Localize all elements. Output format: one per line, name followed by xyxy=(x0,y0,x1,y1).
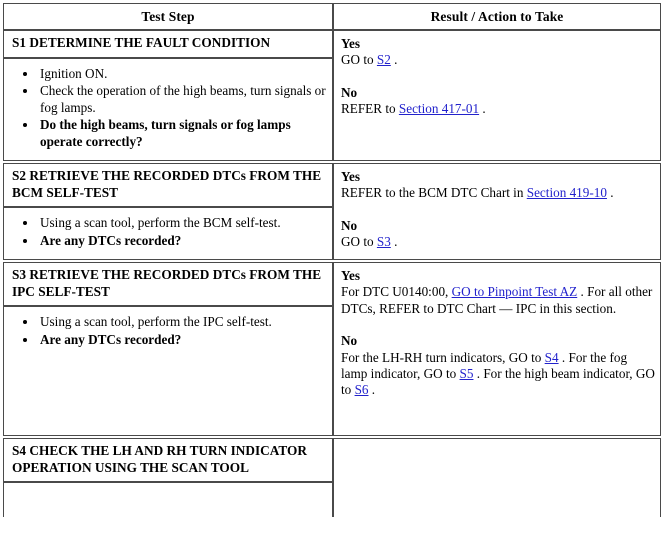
step-s3-title-row: S3 RETRIEVE THE RECORDED DTCs FROM THE I… xyxy=(3,262,661,436)
result-cell-s3: Yes For DTC U0140:00, GO to Pinpoint Tes… xyxy=(333,262,661,436)
step-body-s4 xyxy=(3,482,333,517)
result-no-seg-1-s3: For the LH-RH turn indicators, GO to xyxy=(341,349,545,365)
step-body-s3: Using a scan tool, perform the IPC self-… xyxy=(3,306,333,436)
pinpoint-test-sheet: Test Step Result / Action to Take S1 DET… xyxy=(0,3,665,549)
result-yes-block-s2: Yes REFER to the BCM DTC Chart in Sectio… xyxy=(341,169,655,202)
step-title-s1: S1 DETERMINE THE FAULT CONDITION xyxy=(3,30,333,58)
list-item: Using a scan tool, perform the IPC self-… xyxy=(38,314,326,331)
link-section-419-10[interactable]: Section 419-10 xyxy=(527,185,607,200)
column-header-test-step: Test Step xyxy=(3,3,333,30)
result-yes-text-pre-s1: GO to xyxy=(341,52,377,68)
result-no-block-s2: No GO to S3 . xyxy=(341,218,655,251)
link-s4[interactable]: S4 xyxy=(545,350,559,365)
list-item: Using a scan tool, perform the BCM self-… xyxy=(38,215,326,232)
result-no-text-pre-s1: REFER to xyxy=(341,101,399,117)
result-cell-s2: Yes REFER to the BCM DTC Chart in Sectio… xyxy=(333,163,661,260)
result-yes-label-s2: Yes xyxy=(341,169,361,184)
result-no-text-post-s1: . xyxy=(479,101,486,117)
result-no-label-s3: No xyxy=(341,333,358,349)
link-s3[interactable]: S3 xyxy=(377,234,391,249)
step-s4-title-row: S4 CHECK THE LH AND RH TURN INDICATOR OP… xyxy=(3,438,661,517)
step-title-s4: S4 CHECK THE LH AND RH TURN INDICATOR OP… xyxy=(3,438,333,482)
result-cell-s1: Yes GO to S2 . No REFER to Section 417-0… xyxy=(333,30,661,161)
result-cell-s4 xyxy=(333,438,661,517)
result-no-block-s3: No For the LH-RH turn indicators, GO to … xyxy=(341,333,655,399)
result-no-label-s2: No xyxy=(341,217,358,233)
result-yes-block-s1: Yes GO to S2 . xyxy=(341,36,655,69)
step-s1-title-row: S1 DETERMINE THE FAULT CONDITION Yes GO … xyxy=(3,30,661,161)
result-no-seg-4-s3: . xyxy=(368,382,376,398)
result-yes-label-s3: Yes xyxy=(341,268,361,283)
list-item: Are any DTCs recorded? xyxy=(38,332,326,349)
result-no-label-s1: No xyxy=(341,84,358,100)
result-no-text-pre-s2: GO to xyxy=(341,234,377,250)
link-section-417-01[interactable]: Section 417-01 xyxy=(399,101,479,116)
list-item: Are any DTCs recorded? xyxy=(38,233,326,250)
result-yes-label-s1: Yes xyxy=(341,36,361,51)
link-pinpoint-test-az[interactable]: GO to Pinpoint Test AZ xyxy=(452,284,578,299)
result-yes-text-post-s1: . xyxy=(390,52,398,68)
table-header-row: Test Step Result / Action to Take xyxy=(3,3,661,30)
link-s2[interactable]: S2 xyxy=(377,52,391,67)
result-yes-block-s3: Yes For DTC U0140:00, GO to Pinpoint Tes… xyxy=(341,268,655,317)
result-no-block-s1: No REFER to Section 417-01 . xyxy=(341,85,655,118)
column-header-result-action: Result / Action to Take xyxy=(333,3,661,30)
step-title-s3: S3 RETRIEVE THE RECORDED DTCs FROM THE I… xyxy=(3,262,333,306)
step-bullet-list-s1: Ignition ON. Check the operation of the … xyxy=(10,66,326,151)
step-s2-title-row: S2 RETRIEVE THE RECORDED DTCs FROM THE B… xyxy=(3,163,661,260)
link-s6[interactable]: S6 xyxy=(355,382,369,397)
link-s5[interactable]: S5 xyxy=(460,366,474,381)
result-yes-text-pre-s2: REFER to the BCM DTC Chart in xyxy=(341,185,527,201)
step-bullet-list-s3: Using a scan tool, perform the IPC self-… xyxy=(10,314,326,348)
list-item: Check the operation of the high beams, t… xyxy=(38,83,326,116)
result-yes-text-post-s2: . xyxy=(606,185,614,201)
step-title-s2: S2 RETRIEVE THE RECORDED DTCs FROM THE B… xyxy=(3,163,333,207)
list-item: Do the high beams, turn signals or fog l… xyxy=(38,117,326,150)
step-body-s2: Using a scan tool, perform the BCM self-… xyxy=(3,207,333,260)
result-yes-text-pre-s3: For DTC U0140:00, xyxy=(341,284,452,300)
pinpoint-test-table: Test Step Result / Action to Take S1 DET… xyxy=(3,3,661,517)
result-no-text-post-s2: . xyxy=(390,234,398,250)
list-item: Ignition ON. xyxy=(38,66,326,83)
step-body-s1: Ignition ON. Check the operation of the … xyxy=(3,57,333,161)
step-bullet-list-s2: Using a scan tool, perform the BCM self-… xyxy=(10,215,326,249)
